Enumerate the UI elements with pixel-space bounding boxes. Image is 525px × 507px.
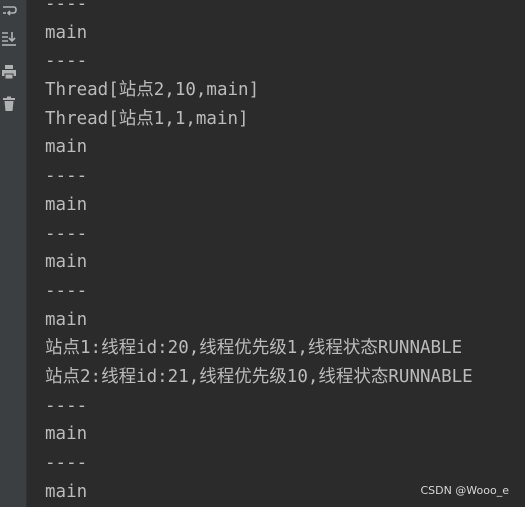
trash-icon[interactable] <box>0 95 18 113</box>
console-line: ---- <box>45 223 88 244</box>
watermark: CSDN @Wooo_e <box>420 484 509 497</box>
console-line: ---- <box>45 0 88 14</box>
console-line: main <box>45 424 88 445</box>
soft-wrap-icon[interactable] <box>0 2 18 20</box>
print-icon[interactable] <box>0 63 18 81</box>
console-line: ---- <box>45 280 88 301</box>
console-line: ---- <box>45 395 88 416</box>
console-line: main <box>45 22 88 43</box>
console-line: ---- <box>45 51 88 72</box>
console-toolbar <box>0 0 27 507</box>
console-line: ---- <box>45 166 88 187</box>
console-line: 站点2:线程id:21,线程优先级10,线程状态RUNNABLE <box>45 366 473 387</box>
console-line: main <box>45 137 88 158</box>
console-line: main <box>45 252 88 273</box>
console-line: Thread[站点1,1,main] <box>45 108 249 129</box>
scroll-to-end-icon[interactable] <box>0 29 18 47</box>
console-line: Thread[站点2,10,main] <box>45 80 260 101</box>
run-console-window: ---- main ---- Thread[站点2,10,main] Thread[站点… <box>0 0 525 507</box>
console-line: main <box>45 309 88 330</box>
console-line: ---- <box>45 453 88 473</box>
console-output[interactable]: ---- main ---- Thread[站点2,10,main] Thread[站点… <box>45 0 525 506</box>
console-line: main <box>45 194 88 215</box>
console-line: 站点1:线程id:20,线程优先级1,线程状态RUNNABLE <box>45 338 463 359</box>
